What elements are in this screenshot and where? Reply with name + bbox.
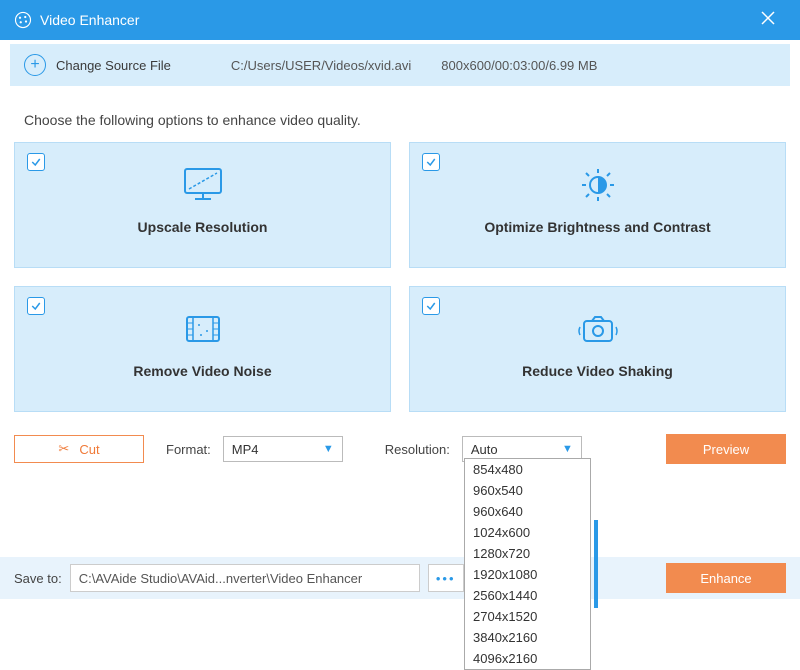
resolution-label: Resolution: — [385, 442, 450, 457]
controls-row: ✂ Cut Format: MP4 ▼ Resolution: Auto ▼ P… — [0, 412, 800, 464]
checkbox-icon[interactable] — [422, 297, 440, 315]
chevron-down-icon: ▼ — [323, 443, 334, 455]
option-optimize-brightness[interactable]: Optimize Brightness and Contrast — [409, 142, 786, 268]
cut-button[interactable]: ✂ Cut — [14, 435, 144, 463]
preview-button[interactable]: Preview — [666, 434, 786, 464]
chevron-down-icon: ▼ — [562, 443, 573, 455]
save-to-label: Save to: — [14, 571, 62, 586]
option-label: Upscale Resolution — [138, 219, 268, 235]
resolution-option[interactable]: 1024x600 — [465, 522, 590, 543]
save-path-input[interactable]: C:\AVAide Studio\AVAid...nverter\Video E… — [70, 564, 420, 592]
close-icon[interactable] — [750, 5, 786, 36]
resolution-option[interactable]: 960x540 — [465, 480, 590, 501]
resolution-option[interactable]: 3840x2160 — [465, 627, 590, 648]
save-path-value: C:\AVAide Studio\AVAid...nverter\Video E… — [79, 571, 363, 586]
film-icon — [181, 309, 225, 349]
option-remove-noise[interactable]: Remove Video Noise — [14, 286, 391, 412]
resolution-option[interactable]: 854x480 — [465, 459, 590, 480]
resolution-option[interactable]: 1280x720 — [465, 543, 590, 564]
format-label: Format: — [166, 442, 211, 457]
source-fileinfo: 800x600/00:03:00/6.99 MB — [441, 58, 597, 73]
brightness-icon — [576, 165, 620, 205]
option-label: Reduce Video Shaking — [522, 363, 673, 379]
options-grid: Upscale Resolution Optimize Brightness a… — [0, 142, 800, 412]
browse-button[interactable]: ••• — [428, 564, 464, 592]
checkbox-icon[interactable] — [422, 153, 440, 171]
source-filepath: C:/Users/USER/Videos/xvid.avi — [231, 58, 411, 73]
app-title: Video Enhancer — [40, 12, 139, 28]
resolution-dropdown[interactable]: 854x480 960x540 960x640 1024x600 1280x72… — [464, 458, 591, 670]
dropdown-scrollbar[interactable] — [594, 520, 598, 608]
save-bar: Save to: C:\AVAide Studio\AVAid...nverte… — [0, 555, 800, 601]
checkbox-icon[interactable] — [27, 297, 45, 315]
scissors-icon: ✂ — [58, 441, 69, 457]
monitor-icon — [181, 165, 225, 205]
cut-label: Cut — [79, 442, 99, 457]
option-label: Optimize Brightness and Contrast — [484, 219, 710, 235]
add-source-icon[interactable]: + — [24, 54, 46, 76]
enhance-button[interactable]: Enhance — [666, 563, 786, 593]
resolution-option[interactable]: 2704x1520 — [465, 606, 590, 627]
resolution-value: Auto — [471, 442, 498, 457]
palette-icon — [14, 11, 32, 29]
camera-icon — [576, 309, 620, 349]
resolution-option[interactable]: 4096x2160 — [465, 648, 590, 669]
titlebar: Video Enhancer — [0, 0, 800, 40]
option-reduce-shaking[interactable]: Reduce Video Shaking — [409, 286, 786, 412]
format-select[interactable]: MP4 ▼ — [223, 436, 343, 462]
resolution-option[interactable]: 1920x1080 — [465, 564, 590, 585]
source-bar: + Change Source File C:/Users/USER/Video… — [10, 44, 790, 86]
format-value: MP4 — [232, 442, 259, 457]
checkbox-icon[interactable] — [27, 153, 45, 171]
resolution-option[interactable]: 2560x1440 — [465, 585, 590, 606]
resolution-option[interactable]: 960x640 — [465, 501, 590, 522]
change-source-button[interactable]: Change Source File — [56, 58, 171, 73]
option-upscale-resolution[interactable]: Upscale Resolution — [14, 142, 391, 268]
option-label: Remove Video Noise — [133, 363, 271, 379]
instruction-text: Choose the following options to enhance … — [0, 86, 800, 142]
